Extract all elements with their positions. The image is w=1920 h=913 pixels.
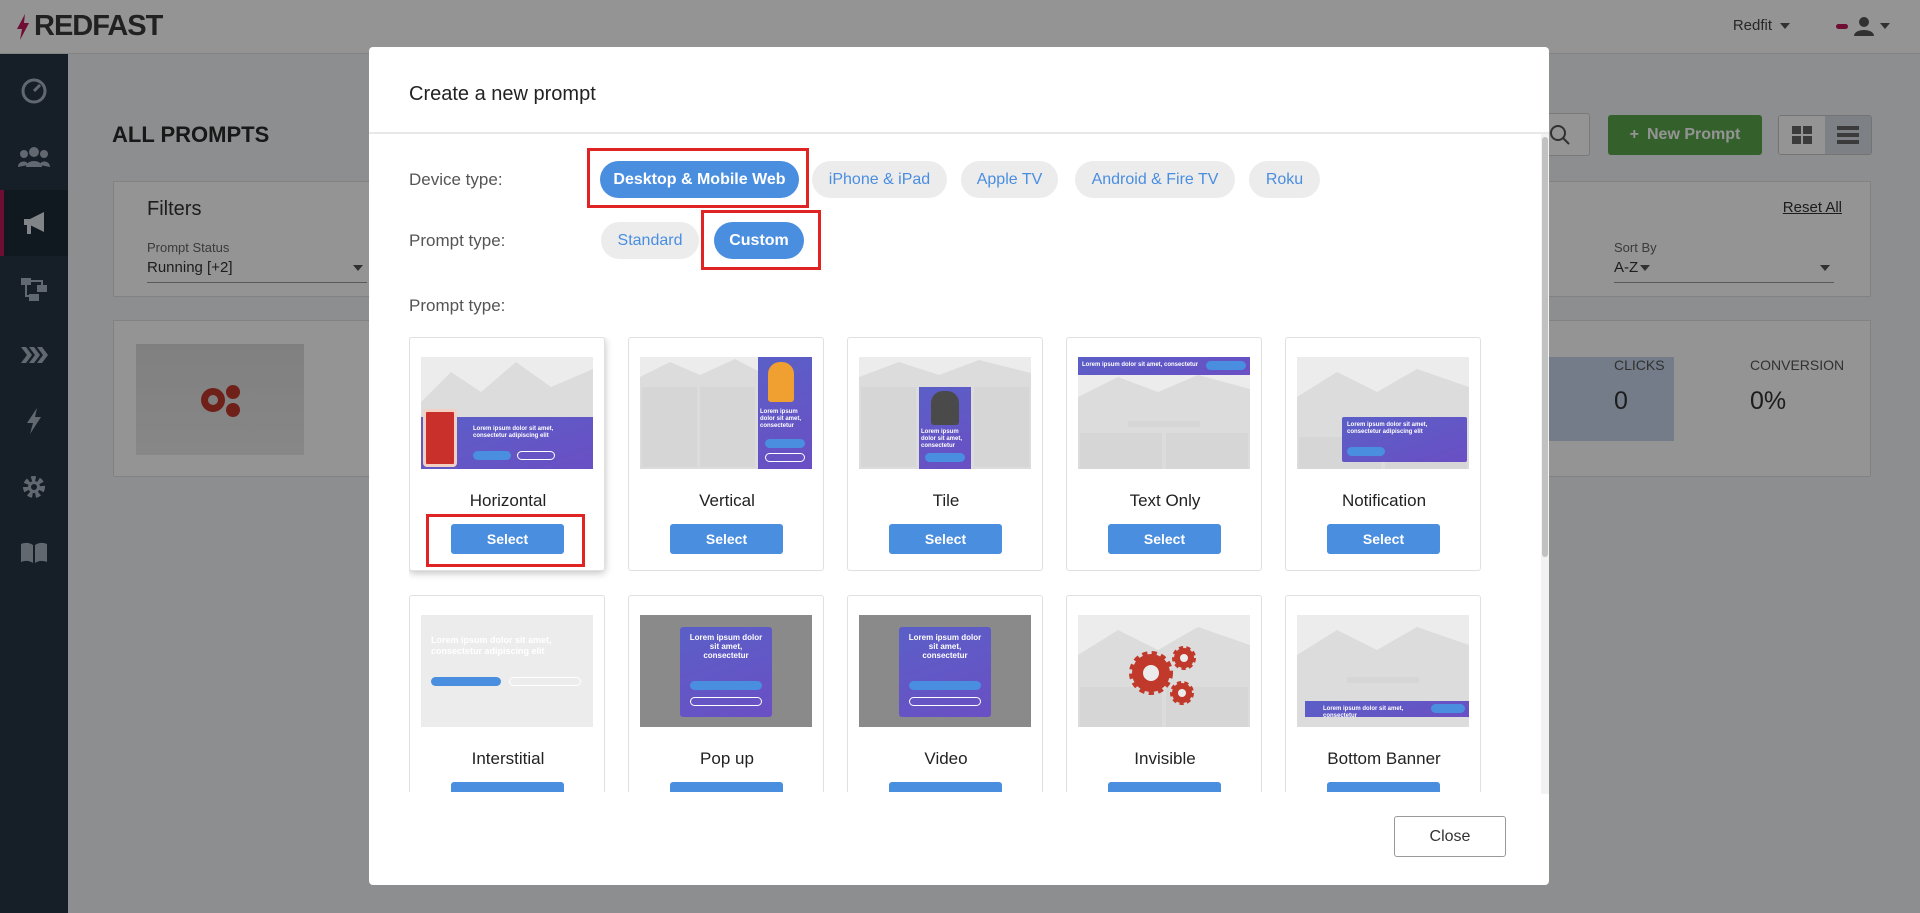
- highlight-box: [426, 514, 585, 567]
- thumb-text: Lorem ipsum dolor sit amet, consectetur …: [1347, 422, 1428, 435]
- layout-card-bottom-banner[interactable]: Lorem ipsum dolor sit amet, consectetur …: [1285, 595, 1481, 792]
- highlight-box: [587, 148, 809, 208]
- invisible-preview: [1078, 615, 1250, 727]
- layout-name: Vertical: [699, 491, 755, 510]
- close-button[interactable]: Close: [1394, 816, 1506, 857]
- layout-name: Invisible: [1134, 749, 1196, 768]
- device-type-label: Device type:: [409, 170, 503, 189]
- device-iphone-ipad[interactable]: iPhone & iPad: [812, 161, 947, 198]
- select-button[interactable]: Select: [1108, 782, 1221, 792]
- thumb-text: Lorem ipsum dolor sit amet, consectetur: [921, 429, 963, 449]
- tile-preview: Lorem ipsum dolor sit amet, consectetur: [859, 357, 1031, 469]
- select-button[interactable]: Select: [670, 782, 783, 792]
- dialog-title: Create a new prompt: [409, 83, 596, 105]
- layout-name: Interstitial: [471, 749, 545, 768]
- select-button[interactable]: Select: [889, 524, 1002, 554]
- select-button[interactable]: Select: [1327, 782, 1440, 792]
- layout-card-vertical[interactable]: Lorem ipsum dolor sit amet, consectetur …: [628, 337, 824, 571]
- thumb-text: Lorem ipsum dolor sit amet, consectetur …: [473, 426, 554, 439]
- vertical-preview: Lorem ipsum dolor sit amet, consectetur: [640, 357, 812, 469]
- prompt-type-label: Prompt type:: [409, 231, 506, 250]
- divider: [369, 132, 1549, 134]
- layout-name: Text Only: [1129, 491, 1201, 510]
- layout-card-popup[interactable]: Lorem ipsum dolor sit amet, consectetur …: [628, 595, 824, 792]
- popup-preview: Lorem ipsum dolor sit amet, consectetur: [640, 615, 812, 727]
- thumb-text: Lorem ipsum dolor sit amet, consectetur: [760, 409, 802, 429]
- thumb-text: Lorem ipsum dolor sit amet, consectetur: [689, 633, 763, 660]
- gears-icon: [1129, 646, 1196, 705]
- text-only-preview: Lorem ipsum dolor sit amet, consectetur: [1078, 357, 1250, 469]
- select-button[interactable]: Select: [451, 782, 564, 792]
- layout-name: Pop up: [700, 749, 754, 768]
- device-android-fire-tv[interactable]: Android & Fire TV: [1075, 161, 1235, 198]
- thumb-text: Lorem ipsum dolor sit amet, consectetur: [1323, 706, 1404, 719]
- select-button[interactable]: Select: [1108, 524, 1221, 554]
- layout-grid: Lorem ipsum dolor sit amet, consectetur …: [409, 337, 1509, 792]
- layout-card-text-only[interactable]: Lorem ipsum dolor sit amet, consectetur …: [1066, 337, 1262, 571]
- layout-type-label: Prompt type:: [409, 296, 506, 315]
- create-prompt-dialog: Create a new prompt Device type: Desktop…: [369, 47, 1549, 885]
- select-button[interactable]: Select: [889, 782, 1002, 792]
- bottom-banner-preview: Lorem ipsum dolor sit amet, consectetur: [1297, 615, 1469, 727]
- prompt-type-standard[interactable]: Standard: [601, 222, 699, 259]
- thumb-text: Lorem ipsum dolor sit amet, consectetur: [1082, 362, 1199, 368]
- highlight-box: [701, 210, 821, 270]
- device-roku[interactable]: Roku: [1249, 161, 1320, 198]
- layout-card-video[interactable]: Lorem ipsum dolor sit amet, consectetur …: [847, 595, 1043, 792]
- notification-preview: Lorem ipsum dolor sit amet, consectetur …: [1297, 357, 1469, 469]
- video-preview: Lorem ipsum dolor sit amet, consectetur: [859, 615, 1031, 727]
- layout-name: Notification: [1341, 491, 1427, 510]
- layout-card-notification[interactable]: Lorem ipsum dolor sit amet, consectetur …: [1285, 337, 1481, 571]
- layout-card-interstitial[interactable]: Lorem ipsum dolor sit amet, consectetur …: [409, 595, 605, 792]
- layout-name: Bottom Banner: [1327, 749, 1441, 768]
- select-button[interactable]: Select: [1327, 524, 1440, 554]
- horizontal-preview: Lorem ipsum dolor sit amet, consectetur …: [421, 357, 593, 469]
- layout-name: Tile: [932, 491, 960, 510]
- layout-card-invisible[interactable]: Invisible Select: [1066, 595, 1262, 792]
- layout-name: Video: [924, 749, 968, 768]
- thumb-text: Lorem ipsum dolor sit amet, consectetur …: [431, 635, 552, 656]
- scrollbar-thumb[interactable]: [1542, 137, 1548, 557]
- select-button[interactable]: Select: [670, 524, 783, 554]
- thumb-text: Lorem ipsum dolor sit amet, consectetur: [908, 633, 982, 660]
- device-apple-tv[interactable]: Apple TV: [961, 161, 1058, 198]
- interstitial-preview: Lorem ipsum dolor sit amet, consectetur …: [421, 615, 593, 727]
- layout-card-tile[interactable]: Lorem ipsum dolor sit amet, consectetur …: [847, 337, 1043, 571]
- layout-name: Horizontal: [469, 491, 547, 510]
